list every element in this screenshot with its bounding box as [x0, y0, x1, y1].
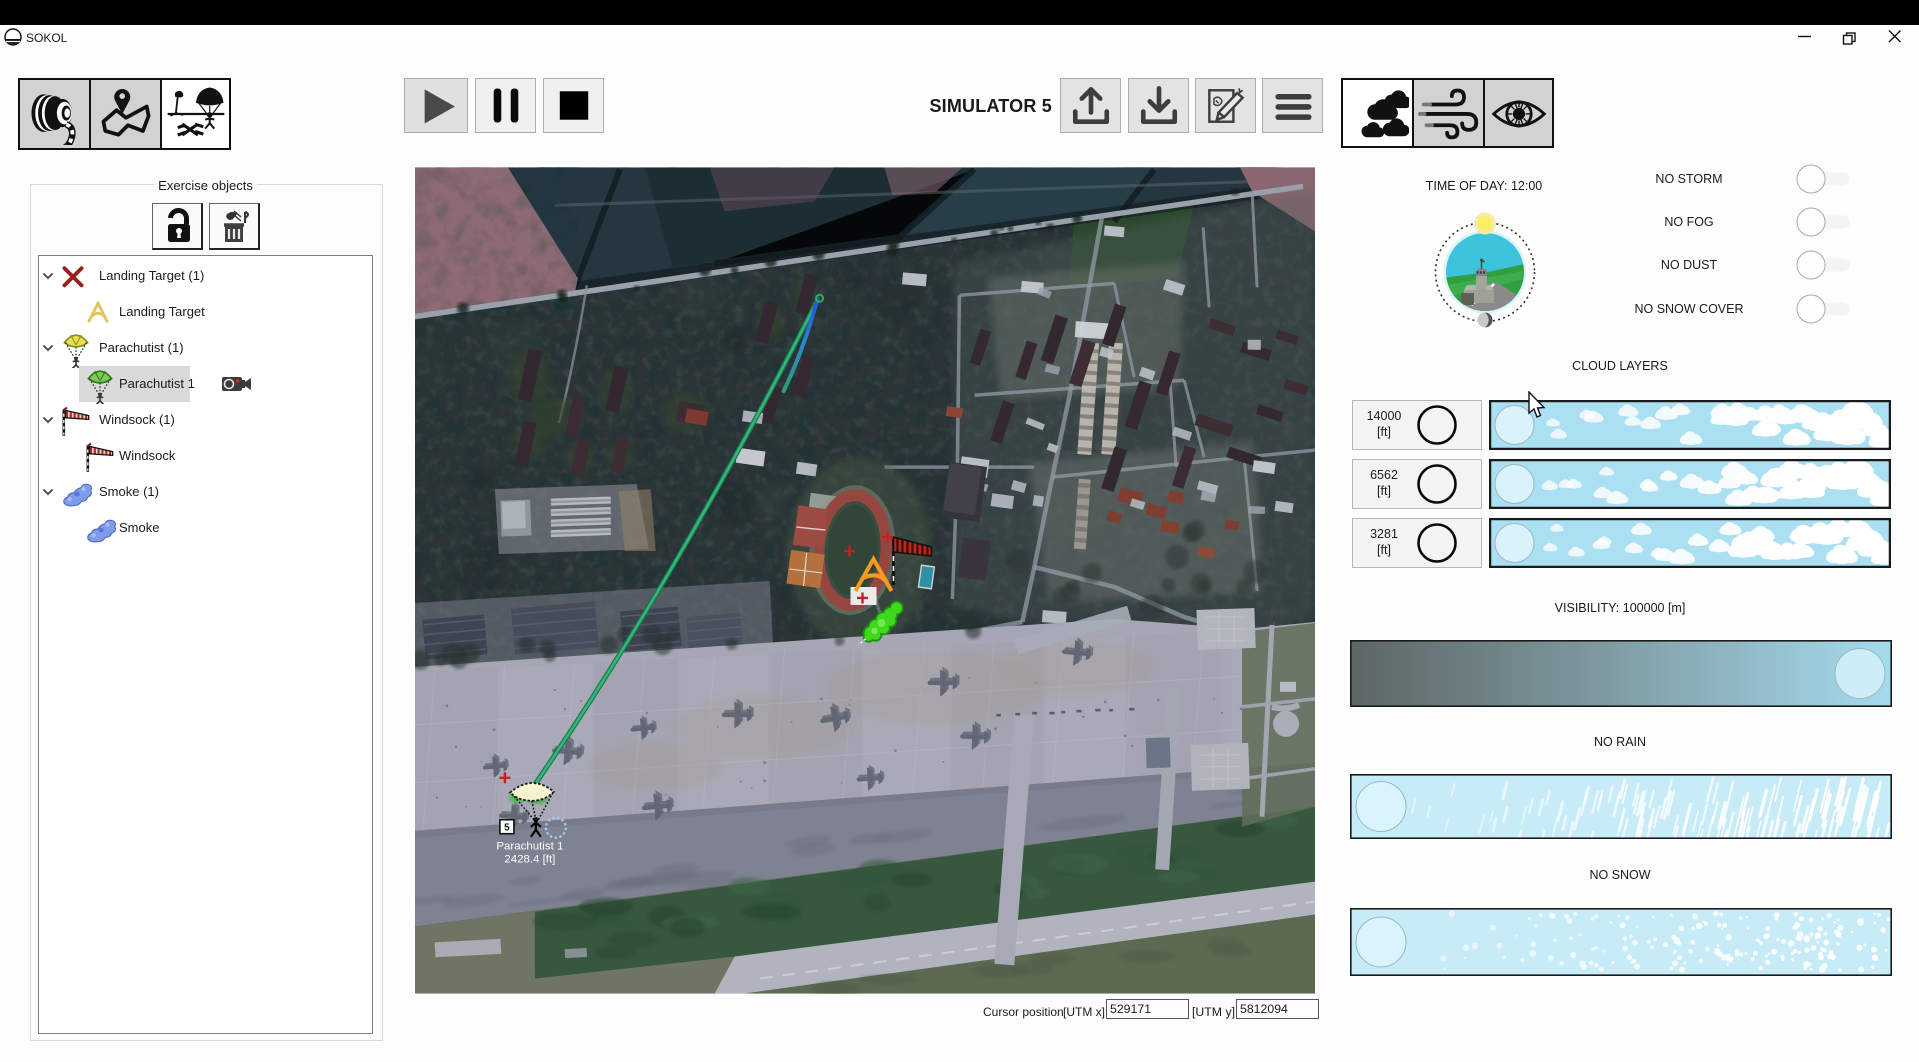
svg-text:2428.4 [ft]: 2428.4 [ft]	[504, 854, 555, 866]
svg-text:Parachutist 1: Parachutist 1	[496, 841, 563, 853]
svg-text:5: 5	[504, 823, 510, 834]
